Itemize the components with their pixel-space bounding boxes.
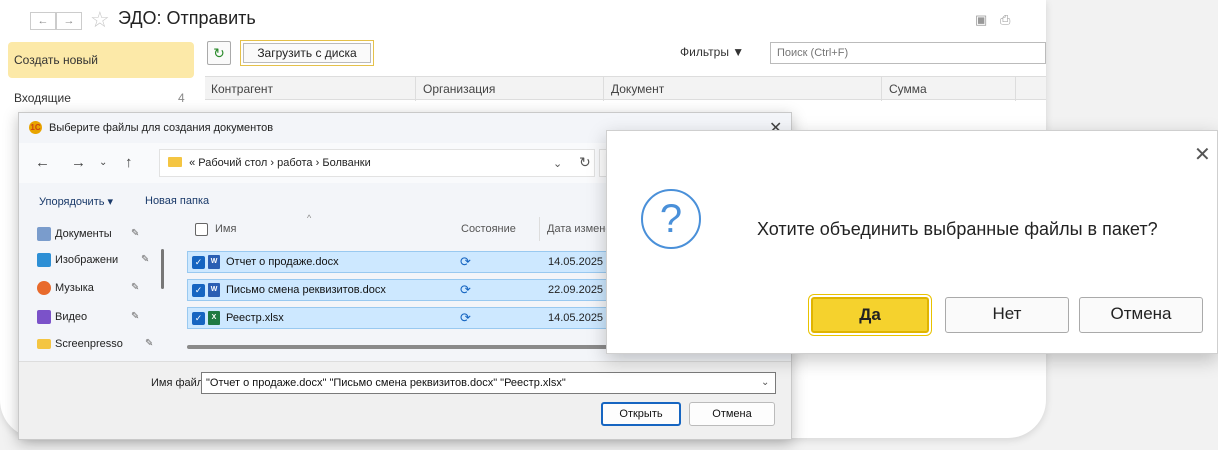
path-segment[interactable]: работа (277, 157, 312, 169)
address-refresh-icon[interactable]: ↻ (579, 154, 591, 171)
file-dialog-footer: Имя файла: "Отчет о продаже.docx" "Письм… (19, 361, 791, 439)
nav-item-label: Видео (55, 311, 88, 323)
folder-icon (37, 339, 51, 349)
search-input[interactable] (770, 42, 1046, 64)
pin-icon[interactable]: ✎ (145, 338, 153, 349)
sync-icon: ⟳ (460, 282, 471, 297)
column-counterparty[interactable]: Контрагент (211, 82, 273, 96)
path-prefix: « (189, 157, 196, 169)
sidebar-item-incoming[interactable]: Входящие (14, 91, 71, 105)
title-bar: ← → ☆ ЭДО: Отправить ▣ ⎙ (0, 0, 1046, 40)
file-checkbox[interactable]: ✓ (192, 284, 205, 297)
pictures-icon (37, 253, 51, 267)
screen: ← → ☆ ЭДО: Отправить ▣ ⎙ Создать новый В… (0, 0, 1218, 450)
column-state[interactable]: Состояние (461, 223, 516, 235)
filters-button[interactable]: Фильтры ▼ (680, 45, 744, 59)
yes-button[interactable]: Да (808, 294, 932, 336)
folder-icon (168, 157, 182, 167)
horizontal-scrollbar[interactable] (187, 345, 617, 349)
file-row[interactable]: ✓ X Реестр.xlsx ⟳ 14.05.2025 (187, 307, 617, 329)
sort-chevron-up-icon: ^ (307, 213, 312, 223)
nav-item-video[interactable]: Видео (37, 308, 88, 326)
nav-scrollbar[interactable] (161, 249, 164, 289)
column-name[interactable]: Имя (215, 223, 236, 235)
close-icon[interactable]: ✕ (1194, 145, 1211, 165)
file-name: Отчет о продаже.docx (226, 256, 339, 268)
file-row[interactable]: ✓ W Письмо смена реквизитов.docx ⟳ 22.09… (187, 279, 617, 301)
column-document[interactable]: Документ (611, 82, 664, 96)
documents-icon (37, 227, 51, 241)
sync-icon: ⟳ (460, 310, 471, 325)
select-all-checkbox[interactable] (195, 223, 208, 236)
confirm-message: Хотите объединить выбранные файлы в паке… (757, 219, 1158, 239)
file-name: Реестр.xlsx (226, 312, 284, 324)
file-date: 22.09.2025 (548, 284, 604, 296)
docx-file-icon: W (208, 255, 220, 269)
filename-input[interactable]: "Отчет о продаже.docx" "Письмо смена рек… (201, 372, 776, 394)
file-checkbox[interactable]: ✓ (192, 256, 205, 269)
favorite-star-icon[interactable]: ☆ (90, 7, 110, 33)
forward-arrow-icon[interactable]: → (71, 154, 86, 171)
refresh-icon: ↻ (213, 45, 225, 61)
table-header: Контрагент Организация Документ Сумма (205, 76, 1046, 101)
nav-item-music[interactable]: Музыка (37, 279, 94, 297)
save-icon[interactable]: ▣ (975, 12, 987, 28)
print-icon[interactable]: ⎙ (1000, 12, 1010, 28)
new-folder-button[interactable]: Новая папка (145, 195, 209, 207)
confirm-dialog: ✕ ? Хотите объединить выбранные файлы в … (606, 130, 1218, 354)
nav-item-label: Изображени (55, 254, 119, 266)
address-dropdown-chevron-icon[interactable]: ⌄ (553, 157, 562, 170)
nav-item-documents[interactable]: Документы (37, 225, 112, 243)
open-button[interactable]: Открыть (601, 402, 681, 426)
file-name: Письмо смена реквизитов.docx (226, 284, 386, 296)
incoming-count: 4 (178, 91, 185, 105)
pin-icon[interactable]: ✎ (141, 254, 149, 265)
app-logo-icon: 1С (29, 121, 42, 134)
path-segment[interactable]: Рабочий стол (198, 157, 267, 169)
column-sum[interactable]: Сумма (889, 82, 927, 96)
column-date[interactable]: Дата измене (547, 223, 611, 235)
recent-chevron-down-icon[interactable]: ⌄ (99, 157, 107, 168)
file-checkbox[interactable]: ✓ (192, 312, 205, 325)
window-title: ЭДО: Отправить (118, 8, 256, 28)
create-new-button[interactable]: Создать новый (8, 42, 194, 78)
video-icon (37, 310, 51, 324)
address-bar[interactable]: « Рабочий стол › работа › Болванки (159, 149, 595, 177)
file-dialog-cancel-button[interactable]: Отмена (689, 402, 775, 426)
file-row[interactable]: ✓ W Отчет о продаже.docx ⟳ 14.05.2025 (187, 251, 617, 273)
organize-label: Упорядочить (39, 196, 105, 208)
forward-button[interactable]: → (56, 12, 82, 30)
docx-file-icon: W (208, 283, 220, 297)
path-segment[interactable]: Болванки (322, 157, 370, 169)
nav-item-label: Screenpresso (55, 338, 123, 350)
nav-item-label: Музыка (55, 282, 94, 294)
filename-chevron-down-icon[interactable]: ⌄ (761, 377, 769, 388)
pin-icon[interactable]: ✎ (131, 228, 139, 239)
navigation-pane: Документы ✎ Изображени ✎ Музыка ✎ Видео … (19, 217, 169, 357)
column-organization[interactable]: Организация (423, 82, 495, 96)
pin-icon[interactable]: ✎ (131, 282, 139, 293)
file-dialog-title: Выберите файлы для создания документов (49, 122, 274, 134)
question-icon: ? (641, 189, 701, 249)
nav-item-label: Документы (55, 228, 112, 240)
pin-icon[interactable]: ✎ (131, 311, 139, 322)
nav-item-screenpresso[interactable]: Screenpresso (37, 335, 123, 353)
organize-button[interactable]: Упорядочить ▾ (39, 195, 113, 208)
file-date: 14.05.2025 (548, 312, 604, 324)
music-icon (37, 281, 51, 295)
up-arrow-icon[interactable]: ↑ (125, 154, 133, 171)
load-from-disk-label: Загрузить с диска (243, 43, 371, 63)
refresh-button[interactable]: ↻ (207, 41, 231, 65)
xlsx-file-icon: X (208, 311, 220, 325)
file-date: 14.05.2025 (548, 256, 604, 268)
cancel-button[interactable]: Отмена (1079, 297, 1203, 333)
load-from-disk-button[interactable]: Загрузить с диска (240, 40, 374, 66)
back-arrow-icon[interactable]: ← (35, 154, 50, 171)
back-button[interactable]: ← (30, 12, 56, 30)
nav-item-pictures[interactable]: Изображени (37, 251, 119, 269)
sync-icon: ⟳ (460, 254, 471, 269)
no-button[interactable]: Нет (945, 297, 1069, 333)
